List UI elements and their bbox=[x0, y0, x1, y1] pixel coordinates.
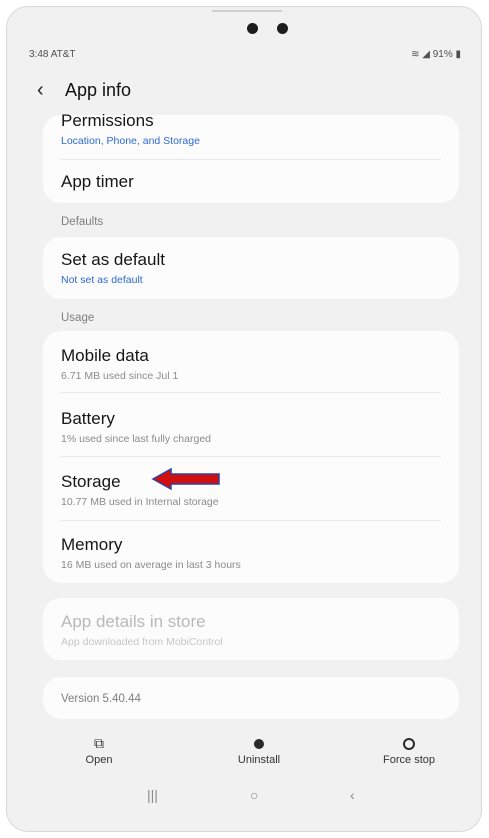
version-text: Version 5.40.44 bbox=[61, 693, 141, 705]
mobile-data-title: Mobile data bbox=[61, 346, 149, 365]
uninstall-label: Uninstall bbox=[237, 754, 281, 766]
storage-title: Storage bbox=[61, 472, 121, 491]
storage-subtitle: 10.77 MB used in Internal storage bbox=[61, 496, 219, 508]
app-bar: ‹ App info bbox=[37, 77, 131, 103]
list-item-storage[interactable]: Storage 10.77 MB used in Internal storag… bbox=[61, 472, 441, 508]
device-frame: 3:48 AT&T ≋ ◢ 91% ▮ ‹ App info Permissio… bbox=[6, 6, 482, 832]
list-item-mobile-data[interactable]: Mobile data 6.71 MB used since Jul 1 bbox=[61, 346, 441, 382]
card-general: Permissions Location, Phone, and Storage… bbox=[43, 111, 459, 203]
force-stop-label: Force stop bbox=[383, 754, 435, 766]
list-item-battery[interactable]: Battery 1% used since last fully charged bbox=[61, 409, 441, 445]
wifi-signal-icon: ≋ ◢ bbox=[411, 49, 433, 60]
mobile-data-subtitle: 6.71 MB used since Jul 1 bbox=[61, 370, 179, 382]
card-defaults: Set as default Not set as default bbox=[43, 237, 459, 299]
app-details-subtitle: App downloaded from MobiControl bbox=[61, 636, 223, 648]
divider bbox=[61, 456, 441, 457]
divider bbox=[61, 159, 441, 160]
card-usage: Mobile data 6.71 MB used since Jul 1 Bat… bbox=[43, 331, 459, 583]
open-external-icon: ⧉ bbox=[94, 735, 104, 751]
force-stop-icon bbox=[359, 734, 459, 752]
open-button[interactable]: ⧉ Open bbox=[49, 734, 149, 766]
app-details-title: App details in store bbox=[61, 612, 206, 631]
app-info-screen: 3:48 AT&T ≋ ◢ 91% ▮ ‹ App info Permissio… bbox=[7, 7, 481, 831]
page-title: App info bbox=[65, 79, 132, 100]
divider bbox=[61, 392, 441, 393]
battery-subtitle: 1% used since last fully charged bbox=[61, 433, 211, 445]
force-stop-button[interactable]: Force stop bbox=[359, 734, 459, 766]
set-default-title: Set as default bbox=[61, 250, 165, 269]
section-header-usage: Usage bbox=[61, 312, 95, 324]
memory-subtitle: 16 MB used on average in last 3 hours bbox=[61, 559, 241, 571]
recent-apps-icon[interactable]: ||| bbox=[147, 787, 158, 803]
status-icons: ≋ ◢ 91% ▮ bbox=[411, 49, 461, 60]
list-item-memory[interactable]: Memory 16 MB used on average in last 3 h… bbox=[61, 535, 441, 571]
list-item-app-timer[interactable]: App timer bbox=[61, 172, 441, 192]
uninstall-icon bbox=[209, 734, 309, 752]
status-time-carrier: 3:48 AT&T bbox=[29, 49, 76, 60]
permissions-title: Permissions bbox=[61, 111, 154, 130]
list-item-set-as-default[interactable]: Set as default Not set as default bbox=[61, 250, 441, 286]
set-default-subtitle: Not set as default bbox=[61, 274, 143, 286]
list-item-app-details[interactable]: App details in store App downloaded from… bbox=[61, 612, 441, 648]
list-item-permissions[interactable]: Permissions Location, Phone, and Storage bbox=[61, 111, 441, 147]
open-label: Open bbox=[85, 754, 113, 766]
card-store: App details in store App downloaded from… bbox=[43, 598, 459, 660]
section-header-defaults: Defaults bbox=[61, 216, 104, 228]
back-chevron-icon[interactable]: ‹ bbox=[37, 79, 57, 102]
permissions-subtitle: Location, Phone, and Storage bbox=[61, 135, 200, 147]
back-icon[interactable]: ‹ bbox=[350, 787, 355, 803]
battery-icon: ▮ bbox=[452, 49, 461, 60]
battery-title: Battery bbox=[61, 409, 115, 428]
status-bar: 3:48 AT&T ≋ ◢ 91% ▮ bbox=[29, 49, 461, 63]
divider bbox=[61, 520, 441, 521]
home-icon[interactable]: ○ bbox=[250, 787, 258, 803]
battery-percent: 91% bbox=[432, 49, 453, 60]
app-timer-title: App timer bbox=[61, 172, 134, 191]
navigation-bar: ||| ○ ‹ bbox=[7, 787, 481, 811]
bottom-actions: ⧉ Open Uninstall Force stop bbox=[37, 734, 457, 776]
memory-title: Memory bbox=[61, 535, 123, 554]
uninstall-button[interactable]: Uninstall bbox=[209, 734, 309, 766]
red-arrow-annotation-icon bbox=[151, 468, 220, 490]
